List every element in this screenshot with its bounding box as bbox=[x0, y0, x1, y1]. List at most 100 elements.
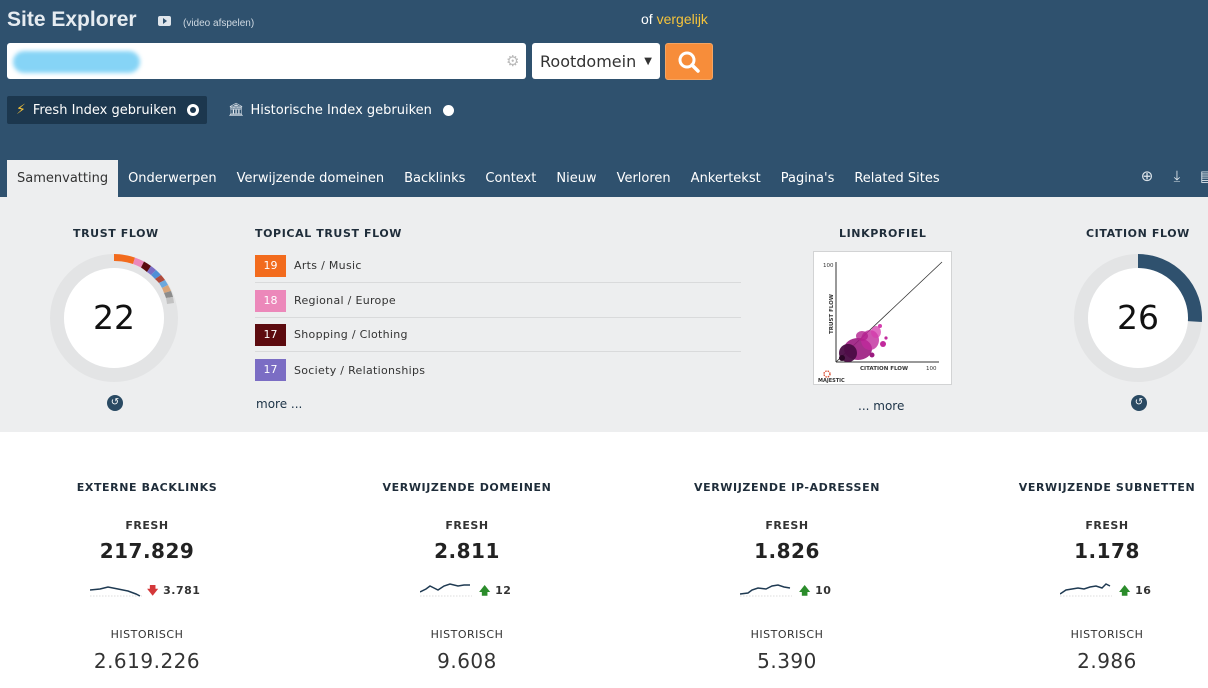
lp-y-label: TRUST FLOW bbox=[829, 294, 835, 334]
fresh-index-toggle[interactable]: ⚡ Fresh Index gebruiken bbox=[7, 96, 207, 124]
lp-x-label: CITATION FLOW bbox=[860, 366, 908, 372]
stat-delta: 🡅 16 bbox=[1119, 582, 1151, 601]
stat-title: EXTERNE BACKLINKS bbox=[76, 481, 218, 494]
arrow-up-icon: 🡅 bbox=[479, 584, 491, 597]
fresh-index-radio[interactable] bbox=[187, 104, 199, 116]
trust-flow-history-icon[interactable]: ↺ bbox=[107, 395, 123, 411]
stat-title: VERWIJZENDE IP-ADRESSEN bbox=[693, 481, 880, 494]
stat-historic-value: 2.986 bbox=[1077, 649, 1137, 673]
ttf-row[interactable]: 19 Arts / Music bbox=[255, 249, 741, 283]
stat-fresh-value: 217.829 bbox=[99, 539, 195, 563]
lp-scatter-points bbox=[839, 324, 888, 362]
redacted-url-blur bbox=[13, 51, 140, 73]
ttf-score-badge: 17 bbox=[255, 359, 286, 381]
trust-flow-donut: 22 bbox=[50, 254, 178, 382]
gear-icon[interactable]: ⚙ bbox=[506, 53, 519, 69]
link-profile-chart[interactable]: 100 100 CITATION FLOW TRUST FLOW MAJESTI… bbox=[813, 251, 952, 385]
stat-historic-label: HISTORISCH bbox=[1070, 628, 1144, 641]
citation-flow-history-icon[interactable]: ↺ bbox=[1131, 395, 1147, 411]
ttf-more-link[interactable]: more ... bbox=[256, 397, 302, 411]
ttf-row[interactable]: 18 Regional / Europe bbox=[255, 284, 741, 318]
bookmark-add-icon[interactable]: ⊕ bbox=[1136, 167, 1158, 185]
stat-sparkline bbox=[90, 586, 142, 597]
tab-verloren[interactable]: Verloren bbox=[607, 160, 681, 197]
stat-delta: 🡅 10 bbox=[799, 582, 831, 601]
stat-fresh-value: 1.826 bbox=[754, 539, 820, 563]
tab-ankertekst[interactable]: Ankertekst bbox=[681, 160, 771, 197]
export-icon[interactable]: ▤ bbox=[1196, 167, 1208, 185]
stat-delta-value: 3.781 bbox=[163, 584, 201, 597]
arrow-down-icon: 🡇 bbox=[147, 584, 159, 597]
compare-link[interactable]: vergelijk bbox=[657, 11, 708, 27]
stat-title: VERWIJZENDE SUBNETTEN bbox=[1018, 481, 1196, 494]
stat-historic-value: 5.390 bbox=[757, 649, 817, 673]
ttf-row[interactable]: 17 Society / Relationships bbox=[255, 353, 741, 387]
app-title: Site Explorer bbox=[7, 8, 137, 31]
ttf-label: Society / Relationships bbox=[294, 363, 426, 377]
download-icon[interactable]: ⤓ bbox=[1166, 167, 1188, 185]
stat-delta: 🡅 12 bbox=[479, 582, 511, 601]
stat-fresh-value: 1.178 bbox=[1074, 539, 1140, 563]
trust-flow-value: 22 bbox=[93, 298, 135, 337]
stat-external-backlinks: EXTERNE BACKLINKS FRESH 217.829 🡇 3.781 … bbox=[0, 432, 297, 688]
stat-referring-subnets: VERWIJZENDE SUBNETTEN FRESH 1.178 🡅 16 H… bbox=[957, 432, 1208, 688]
arrow-up-icon: 🡅 bbox=[1119, 584, 1131, 597]
tab-nieuw[interactable]: Nieuw bbox=[546, 160, 606, 197]
stat-fresh-value: 2.811 bbox=[434, 539, 500, 563]
stat-fresh-label: FRESH bbox=[125, 519, 169, 532]
tab-context[interactable]: Context bbox=[475, 160, 546, 197]
search-button[interactable] bbox=[665, 43, 713, 80]
stat-fresh-label: FRESH bbox=[765, 519, 809, 532]
ttf-label: Shopping / Clothing bbox=[294, 328, 408, 341]
citation-flow-value: 26 bbox=[1117, 298, 1159, 337]
lp-y-max: 100 bbox=[823, 263, 834, 269]
majestic-logo-text: MAJESTIC bbox=[818, 378, 845, 384]
ttf-row[interactable]: 17 Shopping / Clothing bbox=[255, 318, 741, 352]
tab-related-sites[interactable]: Related Sites bbox=[844, 160, 949, 197]
link-profile-title: LINKPROFIEL bbox=[839, 227, 927, 240]
chevron-down-icon: ▼ bbox=[644, 55, 652, 67]
link-profile-more-link[interactable]: ... more bbox=[858, 399, 904, 413]
stat-title: VERWIJZENDE DOMEINEN bbox=[382, 481, 552, 494]
stat-referring-domains: VERWIJZENDE DOMEINEN FRESH 2.811 🡅 12 HI… bbox=[317, 432, 617, 688]
stat-sparkline bbox=[740, 584, 792, 597]
lp-x-max: 100 bbox=[926, 366, 937, 372]
summary-panel: TRUST FLOW 22 ↺ TOPICAL TRUST FLOW 19 Ar… bbox=[0, 197, 1208, 432]
stat-fresh-label: FRESH bbox=[1085, 519, 1129, 532]
search-icon bbox=[678, 51, 700, 73]
stat-delta-value: 16 bbox=[1135, 584, 1152, 597]
ttf-score-badge: 18 bbox=[255, 289, 286, 312]
compare-text: of vergelijk bbox=[641, 11, 708, 27]
tab-backlinks[interactable]: Backlinks bbox=[394, 160, 475, 197]
ttf-label: Arts / Music bbox=[294, 259, 362, 272]
stat-sparkline bbox=[1060, 583, 1112, 597]
historic-index-toggle[interactable]: 🏛 Historische Index gebruiken bbox=[228, 96, 454, 124]
bank-icon: 🏛 bbox=[228, 102, 245, 118]
tab-bar: Samenvatting Onderwerpen Verwijzende dom… bbox=[7, 160, 950, 197]
video-link[interactable]: (video afspelen) bbox=[183, 18, 254, 29]
ttf-score-badge: 17 bbox=[255, 323, 286, 346]
topical-trust-flow-title: TOPICAL TRUST FLOW bbox=[255, 227, 403, 240]
stat-fresh-label: FRESH bbox=[445, 519, 489, 532]
citation-flow-title: CITATION FLOW bbox=[1086, 227, 1190, 240]
video-play-icon[interactable] bbox=[158, 16, 171, 26]
stat-referring-ips: VERWIJZENDE IP-ADRESSEN FRESH 1.826 🡅 10… bbox=[637, 432, 937, 688]
scope-select-value: Rootdomein bbox=[540, 51, 637, 71]
citation-flow-donut: 26 bbox=[1074, 254, 1202, 382]
historic-index-radio[interactable] bbox=[442, 104, 454, 116]
stat-historic-label: HISTORISCH bbox=[110, 628, 184, 641]
stat-historic-label: HISTORISCH bbox=[750, 628, 824, 641]
scope-select[interactable]: Rootdomein ▼ bbox=[532, 43, 660, 79]
ttf-score-badge: 19 bbox=[255, 254, 286, 277]
stat-delta-value: 12 bbox=[495, 584, 512, 597]
arrow-up-icon: 🡅 bbox=[799, 584, 811, 597]
tab-paginas[interactable]: Pagina's bbox=[771, 160, 845, 197]
toolbar-icons: ⊕ ⤓ ▤ bbox=[1136, 167, 1208, 185]
tab-samenvatting[interactable]: Samenvatting bbox=[7, 160, 119, 197]
tab-verwijzende-domeinen[interactable]: Verwijzende domeinen bbox=[227, 160, 394, 197]
stat-delta: 🡇 3.781 bbox=[147, 582, 200, 601]
stat-historic-value: 2.619.226 bbox=[93, 649, 201, 673]
majestic-logo: MAJESTIC bbox=[818, 370, 845, 384]
header-bar: Site Explorer (video afspelen) of vergel… bbox=[0, 0, 1208, 197]
tab-onderwerpen[interactable]: Onderwerpen bbox=[118, 160, 227, 197]
